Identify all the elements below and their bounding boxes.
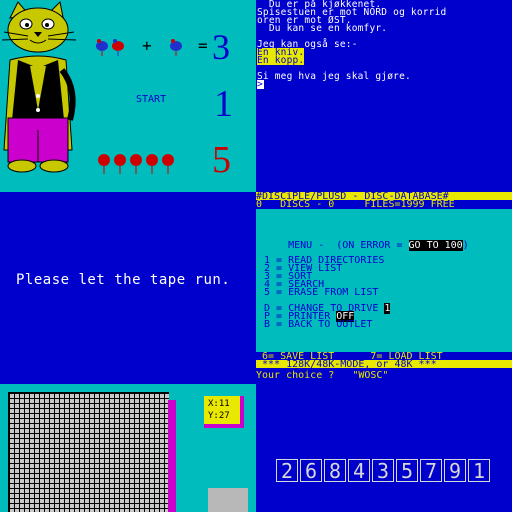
adventure-line: Du kan se en komfyr. (257, 23, 388, 34)
number-tile[interactable]: 6 (300, 459, 322, 483)
database-status: 0 DISCS - 0 FILES=1999 FREE (256, 200, 512, 210)
start-label[interactable]: START (136, 94, 166, 105)
menu-suffix: ) (462, 240, 469, 251)
tape-loading-panel: Please let the tape run. (0, 192, 256, 384)
number-tile[interactable]: 4 (348, 459, 370, 483)
mouse-icon-red (112, 39, 124, 56)
coordinate-box: X:11 Y:27 (204, 396, 244, 428)
math-game-panel: + = 3 START 1 5 (0, 0, 256, 192)
grid-side-bar (168, 400, 176, 512)
number-tile[interactable]: 1 (468, 459, 490, 483)
inventory-item: En kopp. (257, 55, 305, 66)
equals-operator: = (198, 36, 208, 55)
adventure-text-panel: Du er på kjøkkenet. Spisestuen er mot NO… (256, 0, 512, 192)
adventure-line: Si meg hva jeg skal gjøre. (257, 71, 411, 82)
command-prompt[interactable]: > (257, 80, 264, 89)
disc-database-panel: #DISCiPLE/PLUSD - DISC-DATABASE# 0 DISCS… (256, 192, 512, 384)
plus-operator: + (142, 36, 152, 55)
number-tile[interactable]: 3 (372, 459, 394, 483)
result-number: 3 (212, 27, 230, 67)
tape-message: Please let the tape run. (16, 272, 231, 288)
grid-editor-panel: X:11 Y:27 (0, 384, 256, 512)
number-tile[interactable]: 5 (396, 459, 418, 483)
mouse-icon-blue (170, 39, 182, 56)
choice-prompt[interactable]: Your choice ? "WOSC" (256, 368, 512, 384)
x-coordinate: X:11 (208, 399, 230, 409)
number-tile[interactable]: 9 (444, 459, 466, 483)
pixel-grid[interactable] (8, 392, 169, 512)
menu-item-erase[interactable]: 5 = ERASE FROM LIST (264, 288, 378, 298)
number-tile[interactable]: 8 (324, 459, 346, 483)
on-error-goto: GO TO 100 (408, 240, 463, 251)
mice-count-number: 5 (212, 139, 231, 181)
menu-label: MENU - (ON ERROR = (288, 240, 409, 251)
drive-value: 1 (384, 303, 391, 314)
number-tile[interactable]: 2 (276, 459, 298, 483)
menu-item-back[interactable]: B = BACK TO OUTLET (264, 320, 372, 330)
counter-number: 1 (214, 83, 233, 125)
y-coordinate: Y:27 (208, 411, 230, 421)
number-tile[interactable]: 7 (420, 459, 442, 483)
mouse-icon-blue (96, 39, 108, 56)
preview-box (208, 488, 248, 512)
number-tiles-panel: 2 6 8 4 3 5 7 9 1 (256, 384, 512, 512)
